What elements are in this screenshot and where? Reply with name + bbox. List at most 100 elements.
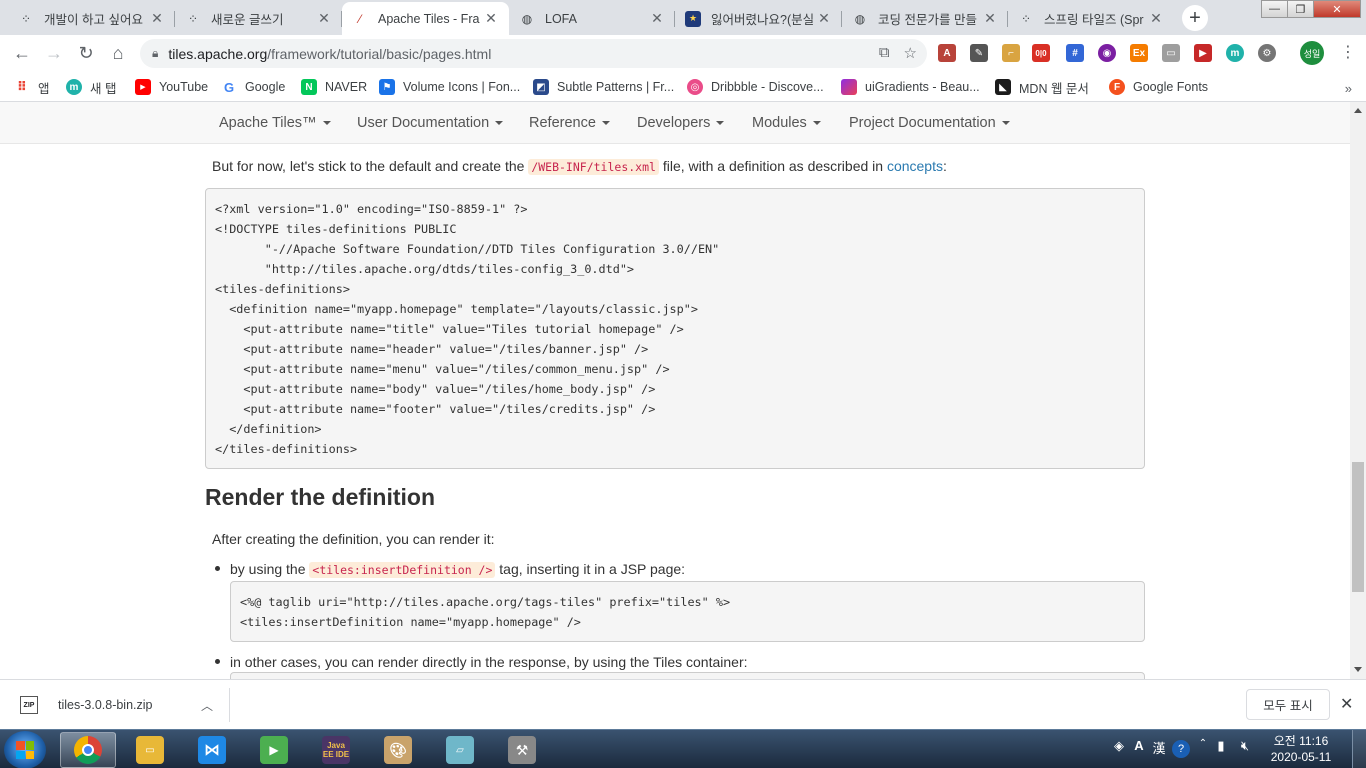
taskbar-vscode[interactable]: ⋈ bbox=[184, 732, 240, 768]
translate-icon[interactable]: ⧉ bbox=[879, 44, 890, 62]
show-desktop-button[interactable] bbox=[1352, 730, 1366, 768]
network-icon[interactable]: ▮ bbox=[1214, 738, 1228, 754]
code-line: <%@ taglib uri="http://tiles.apache.org/… bbox=[240, 595, 731, 609]
tab-4[interactable]: ◍ LOFA ✕ bbox=[509, 2, 675, 35]
ruler-extension-icon[interactable]: ⌐ bbox=[1002, 44, 1020, 62]
bookmark-subtle-patterns[interactable]: ◩ Subtle Patterns | Fr... bbox=[533, 76, 674, 98]
scroll-up-icon[interactable] bbox=[1354, 108, 1362, 113]
volume-muted-icon[interactable]: 🔇︎ bbox=[1236, 738, 1254, 754]
bookmark-mdn[interactable]: ◣ MDN 웹 문서 bbox=[995, 76, 1089, 98]
close-icon[interactable]: ✕ bbox=[1148, 10, 1164, 27]
close-icon[interactable]: ✕ bbox=[982, 10, 998, 27]
nav-user-documentation[interactable]: User Documentation bbox=[357, 115, 504, 131]
nav-project-documentation[interactable]: Project Documentation bbox=[849, 115, 1010, 131]
close-icon[interactable]: ✕ bbox=[816, 10, 832, 27]
tab-title: 코딩 전문가를 만들 bbox=[878, 13, 977, 27]
download-filename: tiles-3.0.8-bin.zip bbox=[58, 698, 153, 712]
close-icon[interactable]: ✕ bbox=[483, 10, 499, 27]
bookmark-label: 앱 bbox=[38, 81, 50, 96]
ime-mode-icon[interactable]: A bbox=[1130, 738, 1148, 753]
tab-title: 잃어버렸나요?(분실 bbox=[711, 13, 815, 27]
scroll-down-icon[interactable] bbox=[1354, 667, 1362, 672]
help-icon[interactable]: ? bbox=[1172, 740, 1190, 758]
caret-down-icon bbox=[322, 121, 331, 126]
close-icon[interactable]: ✕ bbox=[649, 10, 665, 27]
nav-label: Reference bbox=[529, 115, 596, 131]
tab-7[interactable]: ⁘ 스프링 타일즈 (Spr ✕ bbox=[1008, 2, 1174, 35]
nav-reference[interactable]: Reference bbox=[529, 115, 610, 131]
taskbar-media[interactable]: ▶ bbox=[246, 732, 302, 768]
dribbble-icon: ◎ bbox=[687, 79, 703, 95]
concepts-link[interactable]: concepts bbox=[887, 158, 943, 174]
color-extension-icon[interactable]: ◉ bbox=[1098, 44, 1116, 62]
bookmark-google[interactable]: G Google bbox=[221, 76, 285, 98]
tray-expand-icon[interactable]: ⌃ bbox=[1196, 738, 1210, 749]
tab-2[interactable]: ⁘ 새로운 글쓰기 ✕ bbox=[175, 2, 342, 35]
code-line: "http://tiles.apache.org/dtds/tiles-conf… bbox=[215, 262, 635, 276]
bookmark-apps[interactable]: ⠿ 앱 bbox=[14, 76, 50, 98]
hanja-icon[interactable]: 漢 bbox=[1150, 738, 1168, 757]
download-item[interactable]: ZIP tiles-3.0.8-bin.zip ︿ bbox=[10, 688, 230, 722]
window-close-button[interactable]: ✕ bbox=[1313, 0, 1361, 18]
tab-3-active[interactable]: ⁄ Apache Tiles - Fra ✕ bbox=[342, 2, 509, 35]
pdf-extension-icon[interactable]: A bbox=[938, 44, 956, 62]
maximize-button[interactable]: ❐ bbox=[1287, 0, 1314, 18]
menu-icon[interactable]: ⋮ bbox=[1340, 42, 1356, 62]
minimize-button[interactable]: — bbox=[1261, 0, 1288, 18]
windows-logo-icon bbox=[16, 741, 34, 759]
badge-icon: ★ bbox=[685, 10, 701, 27]
taskbar-notes[interactable]: ▱ bbox=[432, 732, 488, 768]
grid-extension-icon[interactable]: # bbox=[1066, 44, 1084, 62]
bookmark-volume-icons[interactable]: ⚑ Volume Icons | Fon... bbox=[379, 76, 520, 98]
forward-button[interactable]: → bbox=[42, 41, 66, 65]
system-clock[interactable]: 오전 11:16 2020-05-11 bbox=[1268, 733, 1334, 765]
star-icon[interactable]: ☆ bbox=[904, 44, 917, 62]
section-heading: Render the definition bbox=[205, 484, 435, 510]
bookmark-youtube[interactable]: ▶ YouTube bbox=[135, 76, 208, 98]
nav-label: Apache Tiles™ bbox=[219, 115, 317, 131]
nav-apache-tiles[interactable]: Apache Tiles™ bbox=[219, 115, 331, 131]
tab-5[interactable]: ★ 잃어버렸나요?(분실 ✕ bbox=[675, 2, 842, 35]
code-line: <put-attribute name="header" value="/til… bbox=[215, 342, 649, 356]
new-tab-button[interactable]: + bbox=[1182, 5, 1208, 31]
start-button[interactable] bbox=[4, 731, 46, 768]
vscode-icon: ⋈ bbox=[198, 736, 226, 764]
taskbar-java-ee-ide[interactable]: Java EE IDE bbox=[308, 732, 364, 768]
bookmark-label: Subtle Patterns | Fr... bbox=[557, 80, 675, 94]
bookmark-uigradients[interactable]: uiGradients - Beau... bbox=[841, 76, 980, 98]
tray-language-icon[interactable]: ◈ bbox=[1110, 738, 1128, 754]
back-button[interactable]: ← bbox=[10, 41, 34, 65]
ex-extension-icon[interactable]: Ex bbox=[1130, 44, 1148, 62]
taskbar-chrome[interactable] bbox=[60, 732, 116, 768]
mdn-icon: ◣ bbox=[995, 79, 1011, 95]
vertical-scrollbar[interactable] bbox=[1350, 102, 1366, 679]
taskbar-explorer[interactable]: ▭ bbox=[122, 732, 178, 768]
counter-extension-icon[interactable]: 0|0 bbox=[1032, 44, 1050, 62]
show-all-downloads-button[interactable]: 모두 표시 bbox=[1246, 689, 1330, 720]
reload-button[interactable]: ↻ bbox=[74, 41, 98, 65]
eyedropper-extension-icon[interactable]: ✎ bbox=[970, 44, 988, 62]
taskbar-tools[interactable]: ⚒ bbox=[494, 732, 550, 768]
more-bookmarks-icon[interactable]: » bbox=[1345, 81, 1352, 96]
profile-avatar[interactable]: 성일 bbox=[1300, 41, 1324, 65]
chevron-up-icon[interactable]: ︿ bbox=[201, 697, 213, 714]
forward-extension-icon[interactable]: ▶ bbox=[1194, 44, 1212, 62]
nav-modules[interactable]: Modules bbox=[752, 115, 821, 131]
nav-developers[interactable]: Developers bbox=[637, 115, 725, 131]
close-icon[interactable]: ✕ bbox=[149, 10, 165, 27]
tab-6[interactable]: ◍ 코딩 전문가를 만들 ✕ bbox=[842, 2, 1008, 35]
bookmark-dribbble[interactable]: ◎ Dribbble - Discove... bbox=[687, 76, 824, 98]
tab-1[interactable]: ⁘ 개발이 하고 싶어요 ✕ bbox=[8, 2, 175, 35]
home-button[interactable]: ⌂ bbox=[106, 41, 130, 65]
close-icon[interactable]: ✕ bbox=[316, 10, 332, 27]
taskbar-paint[interactable]: 🎨︎ bbox=[370, 732, 426, 768]
window-extension-icon[interactable]: ▭ bbox=[1162, 44, 1180, 62]
close-icon[interactable]: ✕ bbox=[1340, 694, 1353, 714]
bookmark-new-tab[interactable]: m 새 탭 bbox=[66, 76, 116, 98]
bookmark-naver[interactable]: N NAVER bbox=[301, 76, 367, 98]
address-bar[interactable]: 🔒︎ tiles.apache.org/framework/tutorial/b… bbox=[140, 39, 927, 68]
m-extension-icon[interactable]: m bbox=[1226, 44, 1244, 62]
scrollbar-thumb[interactable] bbox=[1352, 462, 1364, 592]
settings-extension-icon[interactable]: ⚙ bbox=[1258, 44, 1276, 62]
bookmark-google-fonts[interactable]: F Google Fonts bbox=[1109, 76, 1208, 98]
